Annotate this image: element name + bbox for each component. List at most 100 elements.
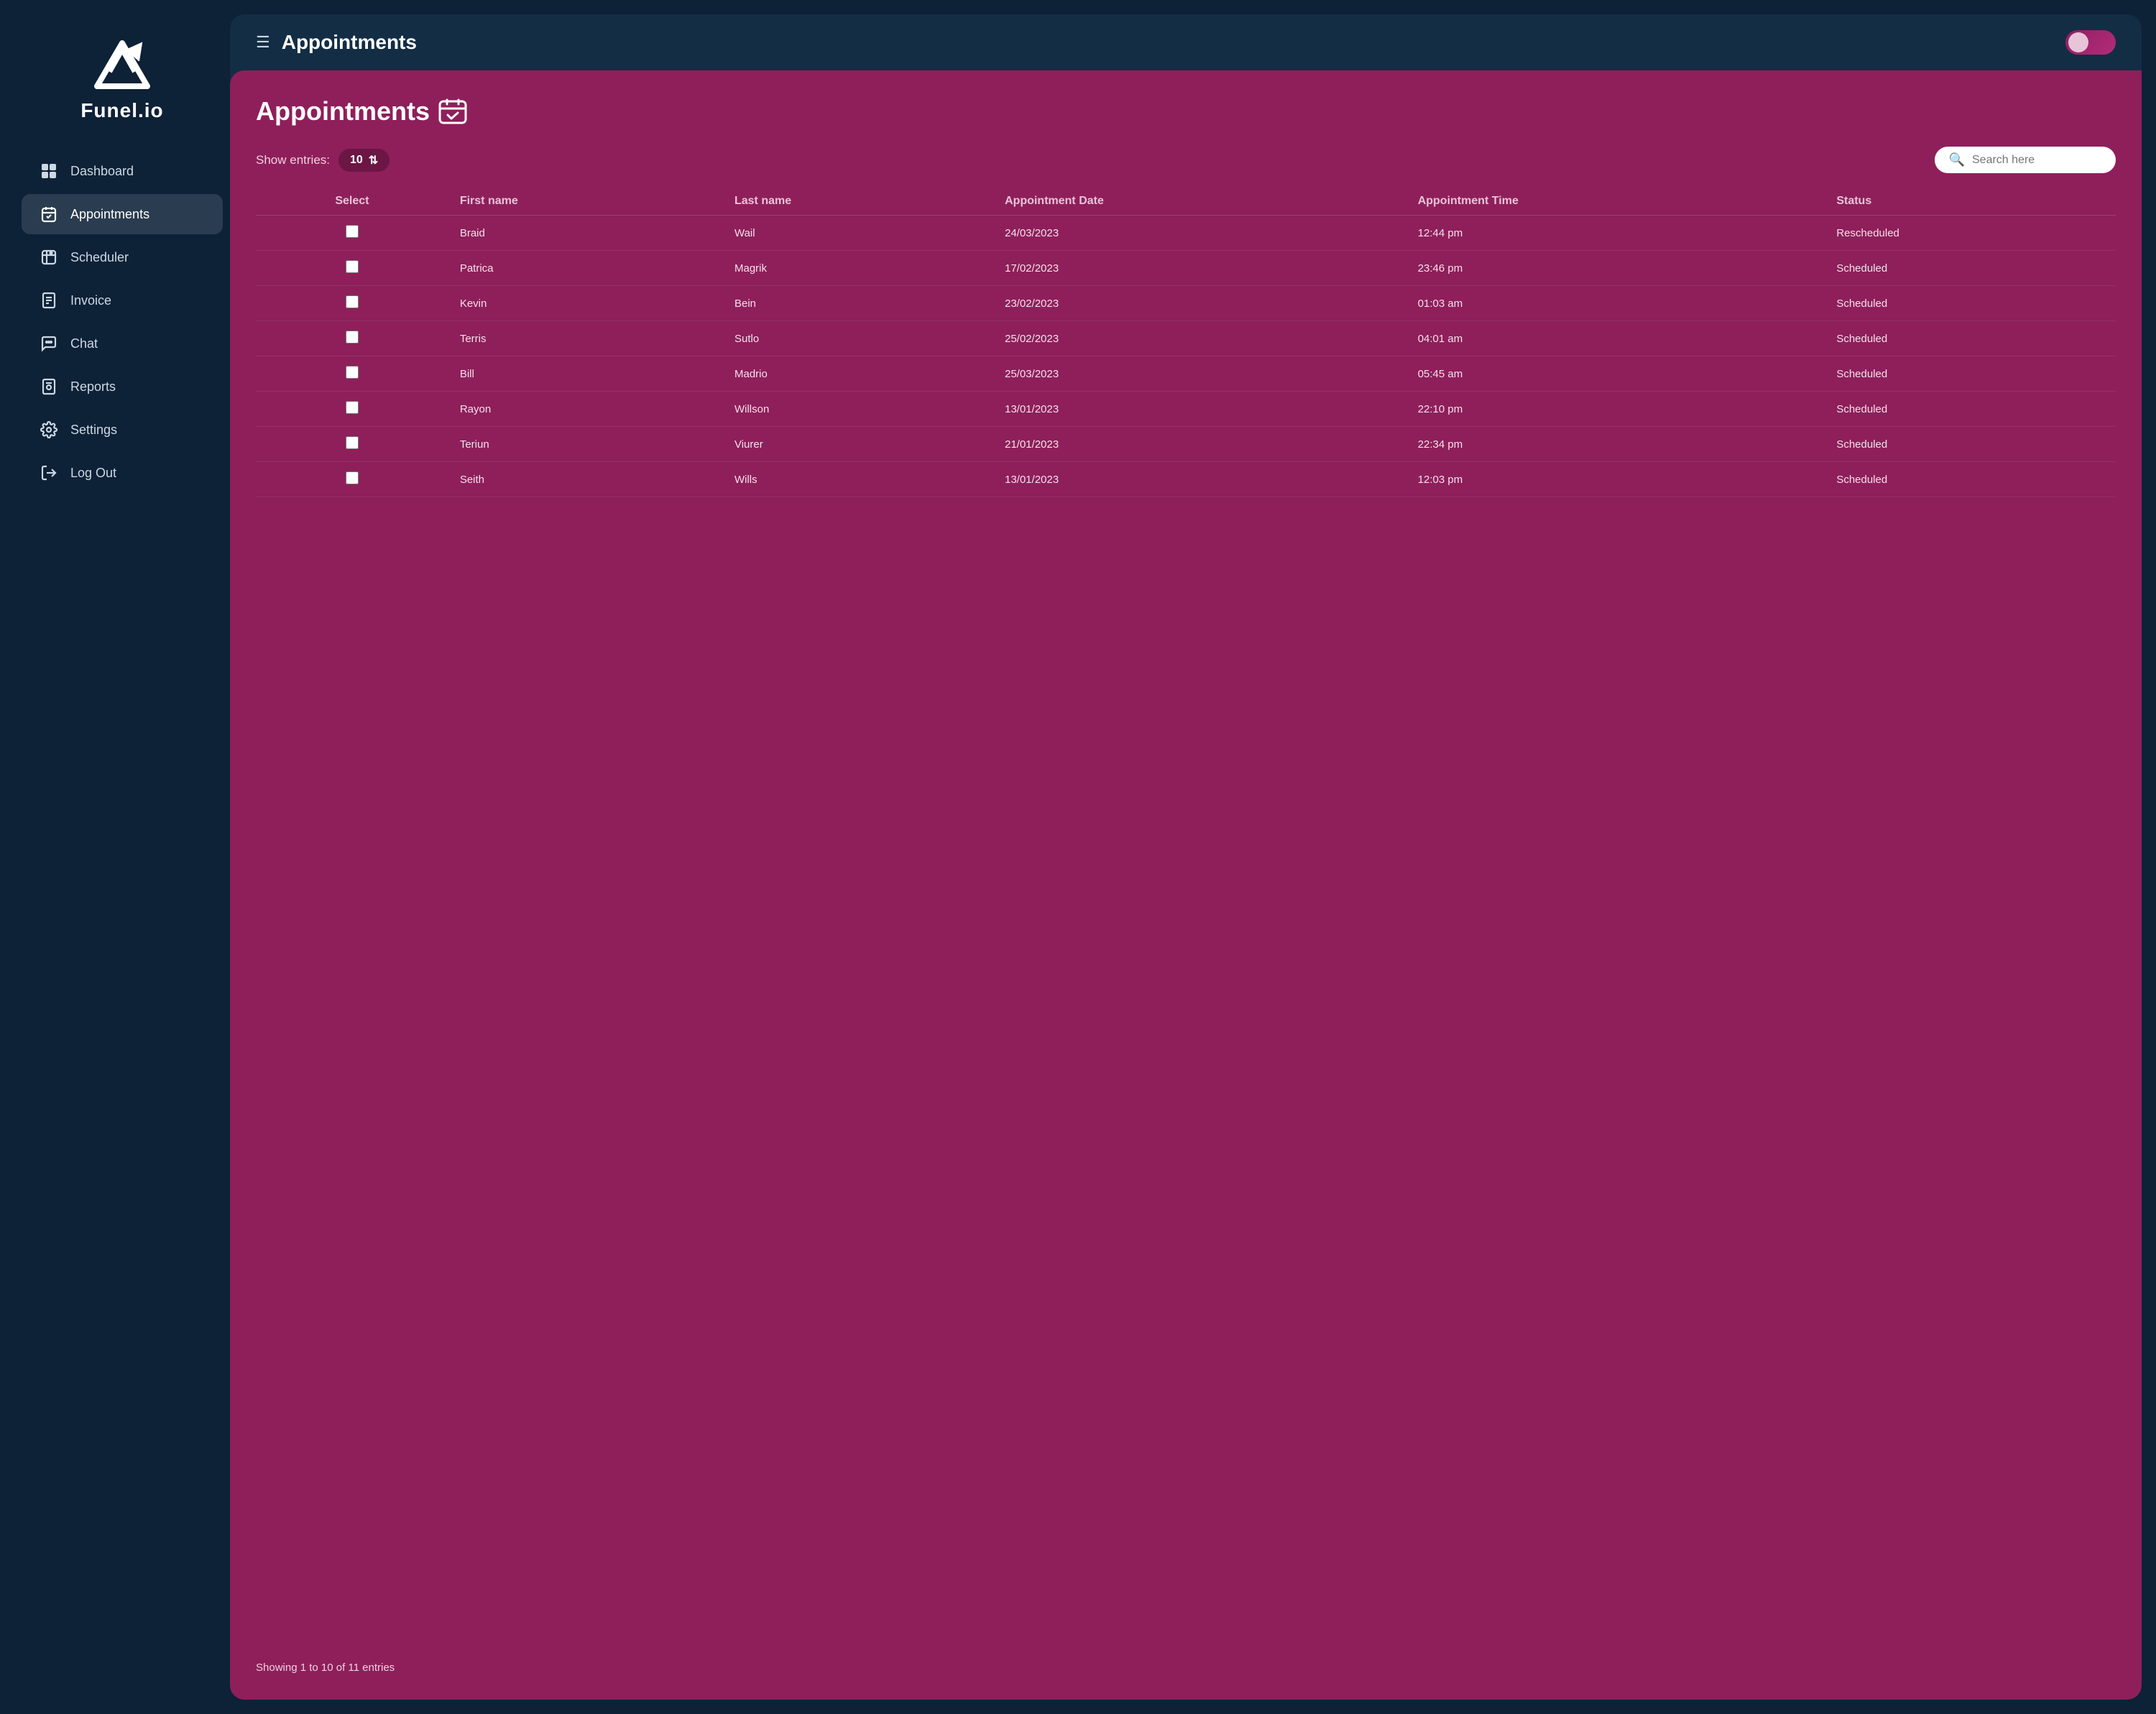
grid-icon — [39, 161, 59, 181]
cell-date: 23/02/2023 — [993, 286, 1406, 321]
cell-time: 12:44 pm — [1406, 216, 1825, 251]
sidebar-item-dashboard[interactable]: Dashboard — [22, 151, 223, 191]
cell-firstname: Teriun — [448, 427, 723, 462]
row-checkbox[interactable] — [346, 331, 359, 344]
toggle-knob — [2068, 32, 2088, 52]
search-icon: 🔍 — [1949, 152, 1965, 167]
sidebar-item-label: Reports — [70, 379, 116, 395]
cell-status: Scheduled — [1825, 462, 2116, 497]
col-time: Appointment Time — [1406, 188, 1825, 216]
show-entries-label: Show entries: — [256, 153, 330, 167]
cell-time: 01:03 am — [1406, 286, 1825, 321]
reports-icon — [39, 377, 59, 397]
cell-checkbox[interactable] — [256, 392, 448, 427]
row-checkbox[interactable] — [346, 471, 359, 484]
sidebar-item-label: Log Out — [70, 466, 116, 481]
entries-count: 10 — [350, 154, 363, 167]
topbar-title: Appointments — [282, 31, 2054, 54]
row-checkbox[interactable] — [346, 260, 359, 273]
col-status: Status — [1825, 188, 2116, 216]
cell-firstname: Bill — [448, 356, 723, 392]
controls-row: Show entries: 10 ⇅ 🔍 — [256, 147, 2116, 173]
cell-status: Rescheduled — [1825, 216, 2116, 251]
sidebar-item-reports[interactable]: Reports — [22, 367, 223, 407]
cell-date: 21/01/2023 — [993, 427, 1406, 462]
search-box: 🔍 — [1935, 147, 2116, 173]
cell-time: 12:03 pm — [1406, 462, 1825, 497]
row-checkbox[interactable] — [346, 225, 359, 238]
sidebar-item-label: Dashboard — [70, 164, 134, 179]
entries-badge[interactable]: 10 ⇅ — [338, 149, 390, 172]
sidebar: Funel.io Dashboard — [14, 14, 230, 1700]
search-input[interactable] — [1972, 154, 2101, 167]
entries-control: Show entries: 10 ⇅ — [256, 149, 390, 172]
cell-status: Scheduled — [1825, 392, 2116, 427]
table-row: Rayon Willson 13/01/2023 22:10 pm Schedu… — [256, 392, 2116, 427]
cell-lastname: Madrio — [723, 356, 993, 392]
cell-checkbox[interactable] — [256, 356, 448, 392]
main-content: ☰ Appointments Appointments — [230, 14, 2142, 1700]
chat-icon — [39, 333, 59, 354]
cell-lastname: Magrik — [723, 251, 993, 286]
sidebar-item-settings[interactable]: Settings — [22, 410, 223, 450]
scheduler-icon — [39, 247, 59, 267]
row-checkbox[interactable] — [346, 366, 359, 379]
sidebar-item-logout[interactable]: Log Out — [22, 453, 223, 493]
logo-icon — [90, 36, 155, 93]
content-panel: Appointments Show entries: 10 — [230, 70, 2142, 1700]
invoice-icon — [39, 290, 59, 310]
cell-checkbox[interactable] — [256, 286, 448, 321]
cell-checkbox[interactable] — [256, 216, 448, 251]
cell-status: Scheduled — [1825, 286, 2116, 321]
cell-lastname: Sutlo — [723, 321, 993, 356]
cell-lastname: Viurer — [723, 427, 993, 462]
sidebar-item-invoice[interactable]: Invoice — [22, 280, 223, 321]
cell-lastname: Wills — [723, 462, 993, 497]
footer-text: Showing 1 to 10 of 11 entries — [256, 1662, 395, 1674]
sidebar-item-scheduler[interactable]: Scheduler — [22, 237, 223, 277]
col-select: Select — [256, 188, 448, 216]
sort-icon: ⇅ — [369, 153, 378, 167]
hamburger-icon[interactable]: ☰ — [256, 33, 270, 52]
toggle-switch[interactable] — [2065, 30, 2116, 55]
table-header-row: Select First name Last name Appointment … — [256, 188, 2116, 216]
cell-date: 25/02/2023 — [993, 321, 1406, 356]
cell-checkbox[interactable] — [256, 321, 448, 356]
cell-checkbox[interactable] — [256, 251, 448, 286]
panel-title-text: Appointments — [256, 96, 430, 126]
gear-icon — [39, 420, 59, 440]
calendar-check-icon — [39, 204, 59, 224]
cell-time: 05:45 am — [1406, 356, 1825, 392]
panel-title: Appointments — [256, 96, 467, 126]
cell-time: 22:34 pm — [1406, 427, 1825, 462]
table-row: Patrica Magrik 17/02/2023 23:46 pm Sched… — [256, 251, 2116, 286]
col-lastname: Last name — [723, 188, 993, 216]
cell-lastname: Bein — [723, 286, 993, 321]
appointments-table: Select First name Last name Appointment … — [256, 188, 2116, 497]
table-row: Seith Wills 13/01/2023 12:03 pm Schedule… — [256, 462, 2116, 497]
table-row: Braid Wail 24/03/2023 12:44 pm Reschedul… — [256, 216, 2116, 251]
cell-date: 25/03/2023 — [993, 356, 1406, 392]
cell-status: Scheduled — [1825, 427, 2116, 462]
cell-firstname: Seith — [448, 462, 723, 497]
cell-firstname: Kevin — [448, 286, 723, 321]
cell-status: Scheduled — [1825, 251, 2116, 286]
sidebar-item-label: Appointments — [70, 207, 149, 222]
sidebar-item-chat[interactable]: Chat — [22, 323, 223, 364]
app-container: Funel.io Dashboard — [14, 14, 2142, 1700]
cell-firstname: Patrica — [448, 251, 723, 286]
col-date: Appointment Date — [993, 188, 1406, 216]
row-checkbox[interactable] — [346, 295, 359, 308]
logout-icon — [39, 463, 59, 483]
table-wrapper: Select First name Last name Appointment … — [256, 188, 2116, 1647]
logo-text: Funel.io — [80, 99, 163, 122]
row-checkbox[interactable] — [346, 401, 359, 414]
row-checkbox[interactable] — [346, 436, 359, 449]
cell-checkbox[interactable] — [256, 427, 448, 462]
sidebar-item-appointments[interactable]: Appointments — [22, 194, 223, 234]
appointments-icon — [438, 98, 467, 124]
cell-checkbox[interactable] — [256, 462, 448, 497]
sidebar-item-label: Chat — [70, 336, 98, 351]
cell-time: 04:01 am — [1406, 321, 1825, 356]
panel-header: Appointments — [256, 96, 2116, 126]
